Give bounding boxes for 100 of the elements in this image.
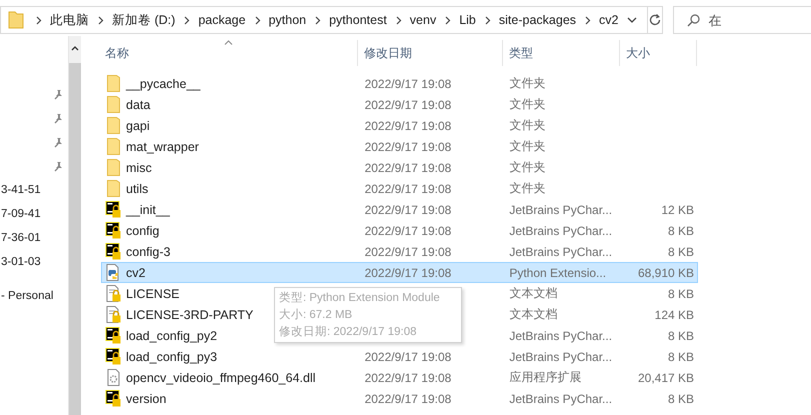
refresh-icon bbox=[648, 13, 662, 27]
search-icon bbox=[687, 14, 700, 27]
breadcrumb[interactable]: python bbox=[268, 13, 306, 27]
sidebar-item[interactable]: - Personal bbox=[1, 290, 54, 302]
file-type: 文件夹 bbox=[509, 97, 546, 111]
pin-icon bbox=[53, 160, 63, 172]
file-type: 文件夹 bbox=[509, 181, 546, 195]
modified-date: 2022/9/17 19:08 bbox=[364, 244, 452, 258]
tooltip-line: 类型: Python Extension Module bbox=[279, 290, 441, 306]
breadcrumb[interactable]: 此电脑 bbox=[50, 12, 89, 28]
folder-icon bbox=[105, 96, 122, 113]
modified-date: 2022/9/17 19:08 bbox=[364, 370, 452, 384]
modified-date: 2022/9/17 19:08 bbox=[364, 350, 452, 364]
file-name: mat_wrapper bbox=[126, 140, 199, 154]
file-size: 8 KB bbox=[668, 224, 694, 238]
file-size: 12 KB bbox=[661, 202, 694, 216]
chevron-icon[interactable] bbox=[396, 16, 402, 24]
file-type: 文件夹 bbox=[509, 160, 546, 174]
chevron-icon[interactable] bbox=[484, 16, 491, 24]
breadcrumb[interactable]: pythontest bbox=[329, 13, 387, 27]
file-name: config bbox=[126, 224, 160, 238]
file-name: __init__ bbox=[126, 202, 170, 216]
file-size: 8 KB bbox=[668, 350, 694, 364]
chevron-icon[interactable] bbox=[445, 16, 452, 24]
chevron-icon[interactable] bbox=[98, 16, 104, 24]
scrollbar[interactable] bbox=[68, 36, 81, 415]
file-type: JetBrains PyChar... bbox=[509, 202, 612, 216]
sidebar-item[interactable]: 3-41-51 bbox=[1, 184, 41, 196]
breadcrumb[interactable]: site-packages bbox=[498, 13, 576, 27]
chevron-icon[interactable] bbox=[184, 16, 190, 24]
modified-date: 2022/9/17 19:08 bbox=[364, 224, 452, 238]
pycharm-file-icon bbox=[105, 390, 122, 407]
file-name: LICENSE bbox=[126, 286, 180, 300]
file-size: 8 KB bbox=[668, 244, 694, 258]
column-header[interactable]: 类型 bbox=[503, 40, 620, 66]
modified-date: 2022/9/17 19:08 bbox=[364, 76, 452, 90]
breadcrumb[interactable]: venv bbox=[410, 13, 436, 27]
file-type: JetBrains PyChar... bbox=[509, 244, 612, 258]
file-type: 文件夹 bbox=[509, 139, 546, 153]
tooltip-line: 大小: 67.2 MB bbox=[279, 308, 354, 323]
modified-date: 2022/9/17 19:08 bbox=[364, 202, 452, 216]
refresh-button[interactable] bbox=[648, 6, 664, 34]
sidebar-item[interactable]: 7-36-01 bbox=[1, 232, 41, 244]
file-type: 文件夹 bbox=[509, 118, 546, 132]
file-type: 文本文档 bbox=[509, 286, 558, 300]
text-file-icon bbox=[105, 285, 122, 302]
modified-date: 2022/9/17 19:08 bbox=[364, 392, 452, 406]
pycharm-file-icon bbox=[105, 327, 122, 344]
selected-row[interactable]: cv2 2022/9/17 19:08 Python Extensio... 68,910 KB bbox=[101, 262, 698, 283]
modified-date: 2022/9/17 19:08 bbox=[364, 160, 452, 174]
modified-date: 2022/9/17 19:08 bbox=[364, 118, 452, 132]
pycharm-file-icon bbox=[105, 222, 122, 239]
folder-icon bbox=[105, 138, 122, 155]
file-name: cv2 bbox=[126, 266, 146, 280]
file-size: 68,910 KB bbox=[638, 266, 694, 280]
column-header[interactable]: 修改日期 bbox=[358, 40, 503, 66]
file-size: 8 KB bbox=[668, 392, 694, 406]
file-name: version bbox=[126, 392, 166, 406]
address-bar[interactable]: 此电脑 新加卷 (D:) package python pythontest venv Lib site-packages cv2 bbox=[0, 6, 648, 34]
file-type: 文本文档 bbox=[509, 307, 558, 321]
gear-file-icon bbox=[105, 369, 122, 386]
folder-icon bbox=[8, 11, 24, 29]
modified-date: 2022/9/17 19:08 bbox=[364, 182, 452, 196]
text-file-icon bbox=[105, 306, 122, 323]
search-field[interactable]: 在 bbox=[673, 6, 811, 34]
file-type: Python Extensio... bbox=[509, 266, 606, 280]
pycharm-file-icon bbox=[105, 201, 122, 218]
file-name: load_config_py3 bbox=[126, 350, 218, 364]
pin-icon bbox=[53, 136, 63, 148]
file-name: load_config_py2 bbox=[126, 328, 218, 342]
folder-icon bbox=[105, 75, 122, 92]
column-header[interactable]: 名称 bbox=[101, 40, 358, 66]
file-name: utils bbox=[126, 182, 148, 196]
modified-date: 2022/9/17 19:08 bbox=[364, 140, 452, 154]
file-name: gapi bbox=[126, 118, 150, 132]
sidebar-item[interactable]: 7-09-41 bbox=[1, 208, 41, 220]
column-header[interactable]: 大小 bbox=[620, 40, 697, 66]
breadcrumb[interactable]: Lib bbox=[459, 13, 476, 27]
dropdown-icon[interactable] bbox=[627, 17, 638, 23]
folder-icon bbox=[105, 180, 122, 197]
chevron-icon[interactable] bbox=[315, 16, 322, 24]
file-name: LICENSE-3RD-PARTY bbox=[126, 308, 254, 322]
file-type: JetBrains PyChar... bbox=[509, 328, 612, 342]
file-name: opencv_videoio_ffmpeg460_64.dll bbox=[126, 370, 316, 384]
breadcrumb[interactable]: 新加卷 (D:) bbox=[112, 12, 176, 28]
scroll-up-icon[interactable] bbox=[71, 46, 79, 51]
file-name: misc bbox=[126, 160, 152, 174]
breadcrumb[interactable]: package bbox=[198, 13, 246, 27]
sidebar-item[interactable]: 3-01-03 bbox=[1, 256, 41, 268]
chevron-icon[interactable] bbox=[254, 16, 261, 24]
pin-icon bbox=[53, 112, 63, 124]
chevron-icon[interactable] bbox=[36, 16, 42, 24]
tooltip-line: 修改日期: 2022/9/17 19:08 bbox=[279, 324, 418, 340]
modified-date: 2022/9/17 19:08 bbox=[364, 266, 452, 280]
file-name: data bbox=[126, 98, 150, 112]
breadcrumb[interactable]: cv2 bbox=[599, 13, 618, 27]
pycharm-file-icon bbox=[105, 243, 122, 260]
folder-icon bbox=[105, 159, 122, 176]
modified-date: 2022/9/17 19:08 bbox=[364, 98, 452, 112]
chevron-icon[interactable] bbox=[585, 16, 592, 24]
